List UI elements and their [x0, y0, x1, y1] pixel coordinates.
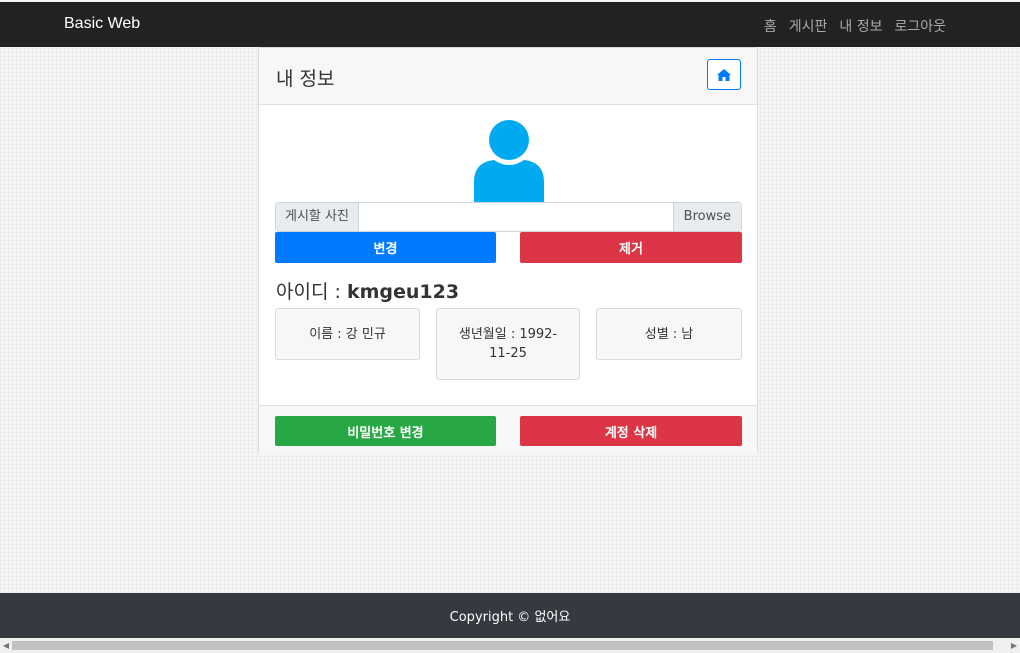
horizontal-scrollbar[interactable]: ◀ ▶	[0, 638, 1020, 653]
home-button[interactable]	[707, 59, 741, 90]
brand-link[interactable]: Basic Web	[64, 15, 140, 33]
profile-card: 내 정보 게시할 사진 Browse 변경 제거 아이디 : kmgeu123 …	[258, 47, 758, 455]
nav-links: 홈 게시판 내 정보 로그아웃	[764, 16, 946, 36]
page-title: 내 정보	[276, 68, 335, 90]
home-icon	[717, 68, 731, 81]
name-info: 이름 : 강 민규	[275, 308, 420, 360]
user-id-value: kmgeu123	[346, 281, 460, 303]
user-id: 아이디 : kmgeu123	[276, 277, 459, 304]
nav-board[interactable]: 게시판	[789, 16, 828, 36]
delete-account-button[interactable]: 계정 삭제	[520, 416, 742, 446]
file-path-field[interactable]	[359, 203, 673, 231]
nav-home[interactable]: 홈	[764, 16, 777, 36]
nav-logout[interactable]: 로그아웃	[894, 16, 946, 36]
navbar: Basic Web 홈 게시판 내 정보 로그아웃	[0, 2, 1020, 47]
birth-info: 생년월일 : 1992-11-25	[436, 308, 580, 380]
photo-file-input[interactable]: 게시할 사진 Browse	[275, 202, 742, 232]
scroll-thumb[interactable]	[12, 641, 993, 650]
card-header: 내 정보	[259, 48, 757, 105]
page-footer: Copyright © 없어요	[0, 593, 1020, 638]
user-avatar-icon	[474, 120, 544, 202]
gender-info: 성별 : 남	[596, 308, 742, 360]
change-password-button[interactable]: 비밀번호 변경	[275, 416, 496, 446]
scroll-left-icon[interactable]: ◀	[0, 638, 12, 653]
change-photo-button[interactable]: 변경	[275, 232, 496, 263]
copyright-text: Copyright © 없어요	[449, 610, 571, 625]
card-footer: 비밀번호 변경 계정 삭제	[259, 405, 757, 455]
browse-button[interactable]: Browse	[672, 203, 741, 231]
nav-my-info[interactable]: 내 정보	[839, 16, 882, 36]
scroll-right-icon[interactable]: ▶	[1008, 638, 1020, 653]
file-label: 게시할 사진	[276, 203, 359, 231]
user-id-label: 아이디 :	[276, 281, 341, 303]
remove-photo-button[interactable]: 제거	[520, 232, 742, 263]
